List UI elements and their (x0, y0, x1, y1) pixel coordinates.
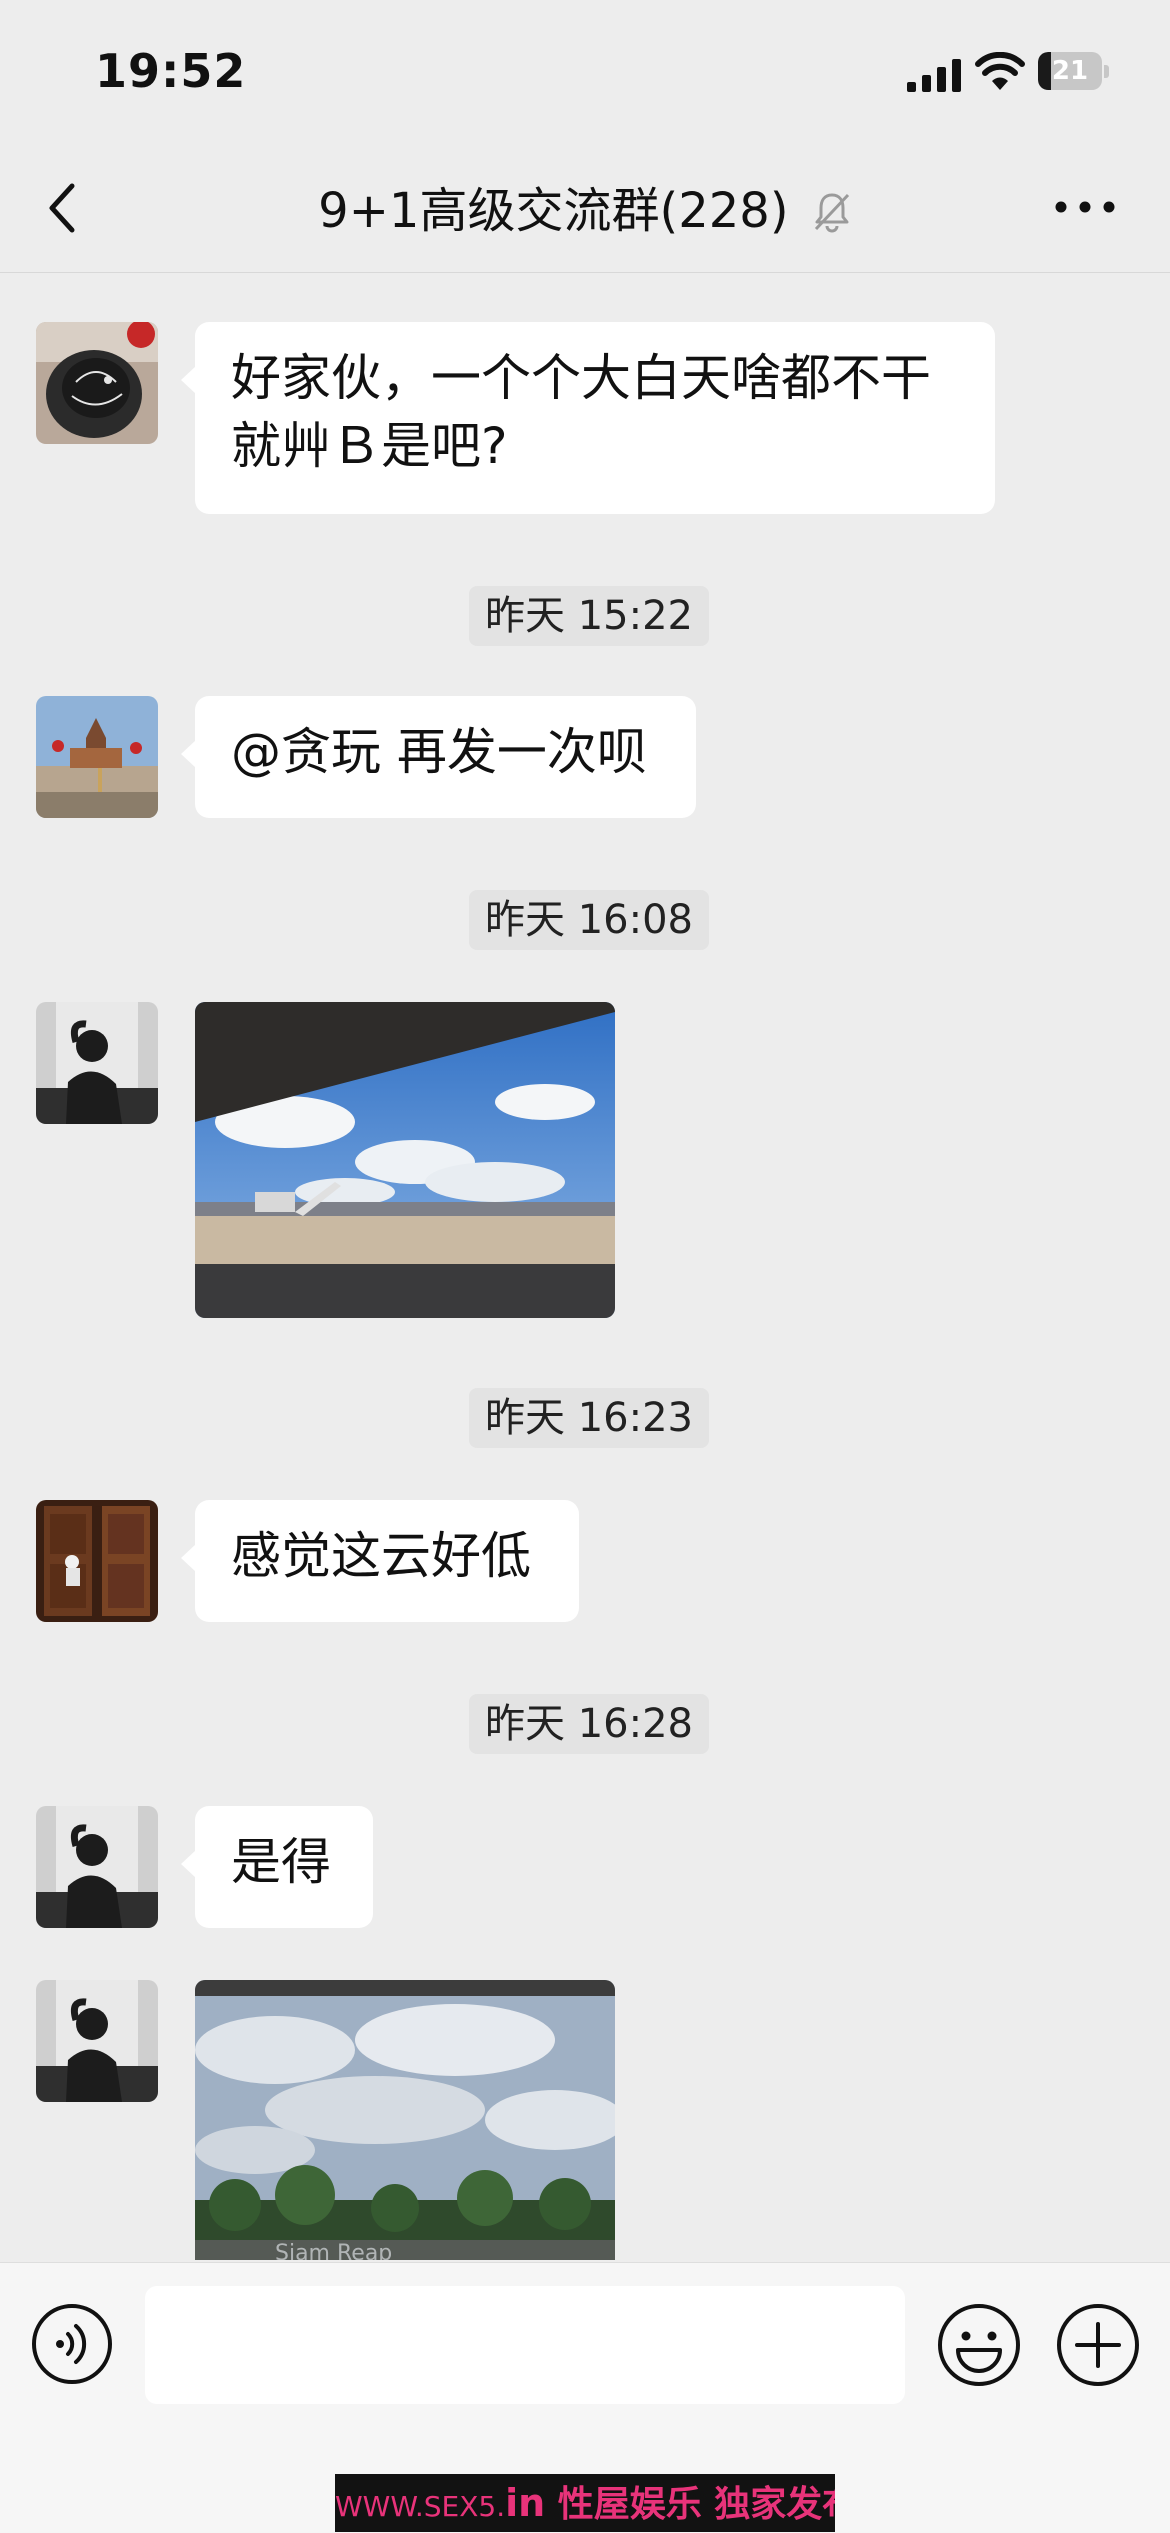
message-list[interactable]: 好家伙，一个个大白天啥都不干 就艸Ｂ是吧? 昨天 15:22 @贪玩 再发一次呗… (0, 272, 1170, 2260)
watermark-tld: in (505, 2481, 546, 2525)
status-bar: 19:52 21 (0, 0, 1170, 150)
message-timestamp: 昨天 16:23 (469, 1388, 709, 1448)
message-text: 感觉这云好低 (231, 1527, 531, 1585)
watermark-text: 性屋娱乐 独家发布 (545, 2484, 835, 2525)
chat-title: 9+1高级交流群(228) (0, 176, 1170, 240)
group-name: 9+1高级交流群(228) (318, 183, 789, 239)
voice-input-icon[interactable] (30, 2302, 114, 2386)
avatar[interactable] (36, 1002, 158, 1124)
message-text: @贪玩 再发一次呗 (231, 723, 647, 781)
message-text-line: 就艸Ｂ是吧? (231, 417, 508, 475)
message-input[interactable] (145, 2286, 905, 2404)
avatar[interactable] (36, 1980, 158, 2102)
message-timestamp: 昨天 16:08 (469, 890, 709, 950)
message-bubble[interactable]: 好家伙，一个个大白天啥都不干 就艸Ｂ是吧? (181, 322, 995, 514)
avatar[interactable] (36, 696, 158, 818)
watermark-banner: WWW.SEX5.in 性屋娱乐 独家发布 (335, 2474, 835, 2532)
avatar[interactable] (36, 1806, 158, 1928)
message-bubble[interactable]: 是得 (181, 1806, 373, 1928)
watermark-url: WWW.SEX5. (335, 2490, 506, 2523)
message-text-line: 好家伙，一个个大白天啥都不干 (231, 349, 931, 407)
battery-icon: 21 (1038, 52, 1110, 92)
battery-percentage: 21 (1051, 56, 1089, 86)
status-time: 19:52 (95, 44, 247, 98)
avatar[interactable] (36, 1500, 158, 1622)
add-attachment-icon[interactable] (1055, 2302, 1141, 2388)
image-message[interactable]: Siam Reap (195, 1980, 615, 2260)
message-timestamp: 昨天 15:22 (469, 586, 709, 646)
more-options-icon[interactable] (1050, 190, 1120, 224)
message-bubble[interactable]: 感觉这云好低 (181, 1500, 579, 1622)
emoji-icon[interactable] (936, 2302, 1022, 2388)
image-message[interactable] (195, 1002, 615, 1318)
avatar[interactable] (36, 322, 158, 444)
cellular-signal-icon (907, 59, 961, 92)
mute-bell-icon (814, 193, 849, 233)
photo-caption: Siam Reap (275, 2241, 392, 2260)
wifi-icon (975, 52, 1025, 90)
message-text: 是得 (231, 1833, 331, 1891)
message-timestamp: 昨天 16:28 (469, 1694, 709, 1754)
message-bubble[interactable]: @贪玩 再发一次呗 (181, 696, 696, 818)
